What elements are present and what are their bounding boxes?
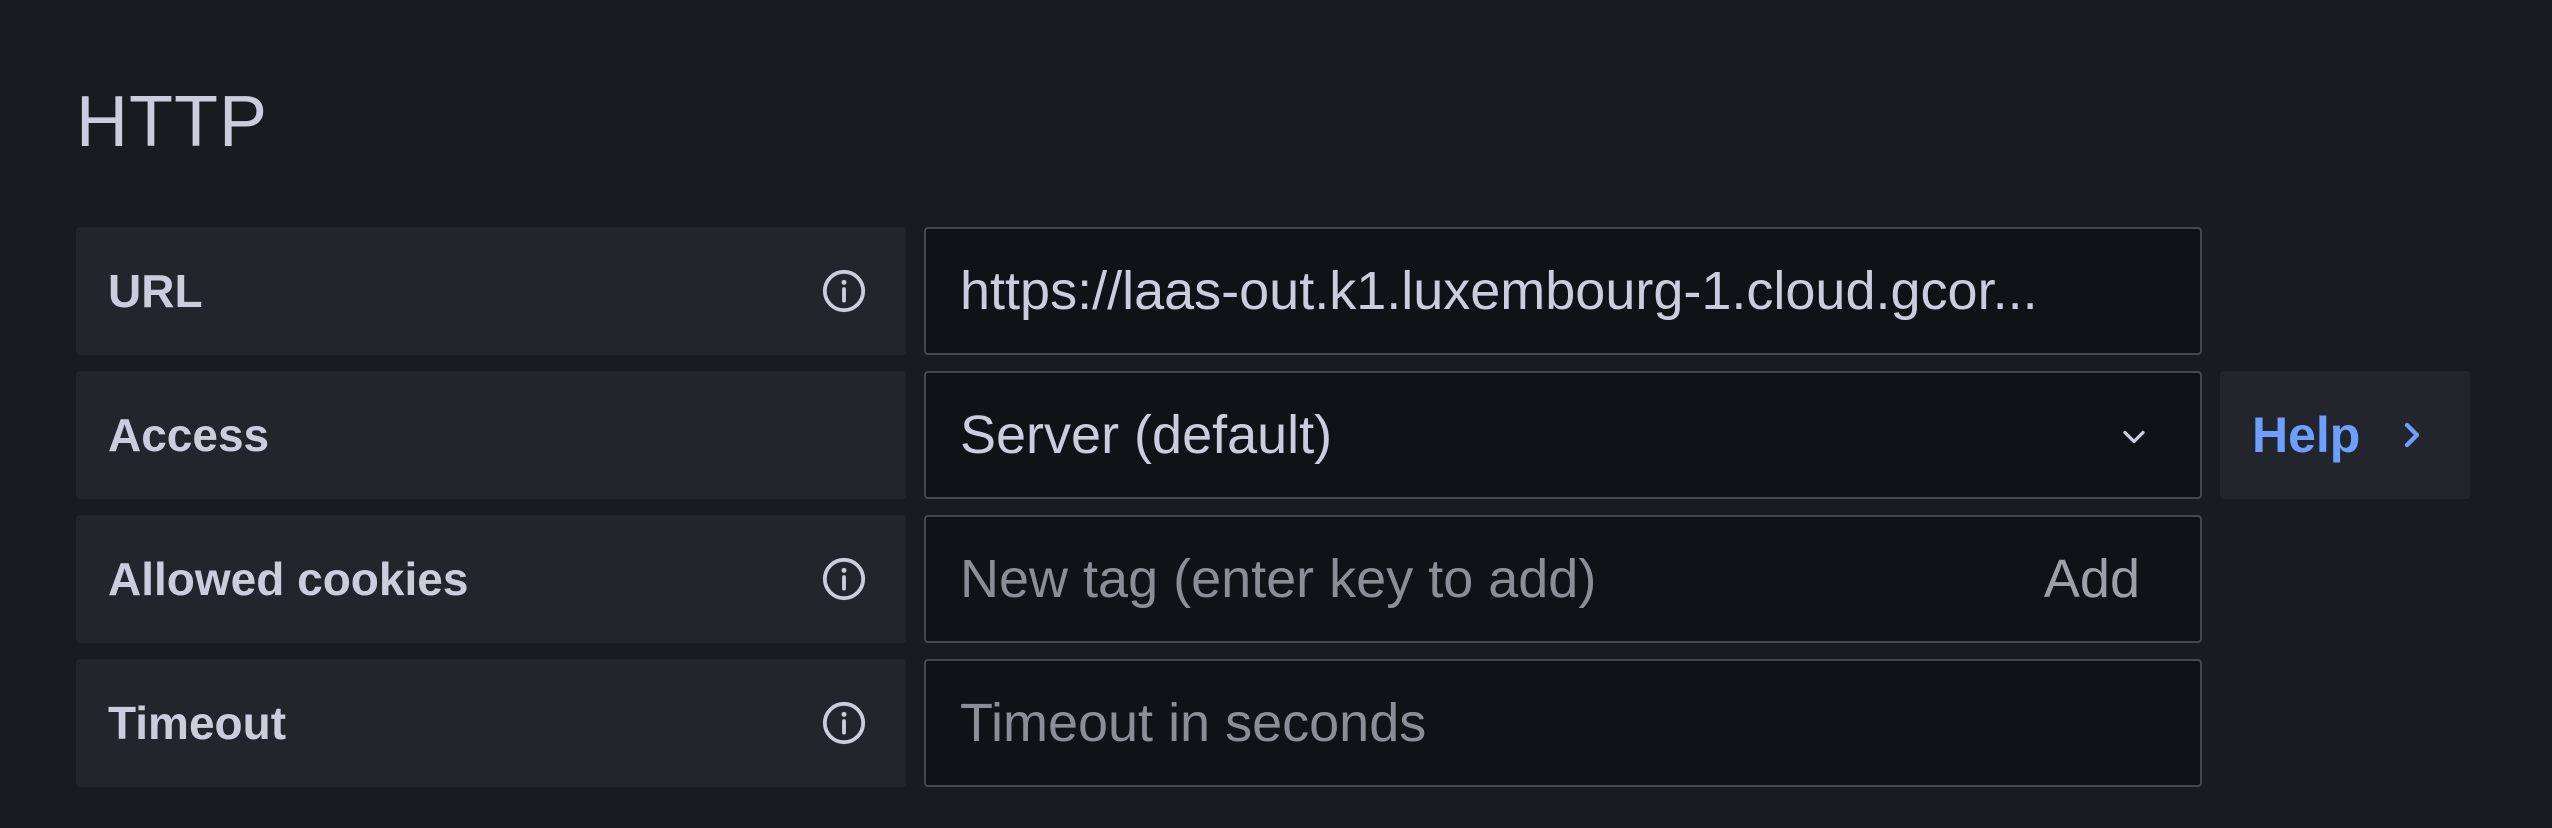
- section-title: HTTP: [76, 82, 268, 162]
- info-circle-icon[interactable]: [821, 556, 867, 602]
- access-label-box: Access: [76, 371, 906, 499]
- help-button[interactable]: Help: [2220, 371, 2470, 499]
- access-select-value: Server (default): [960, 405, 1333, 465]
- timeout-label: Timeout: [108, 697, 287, 749]
- timeout-placeholder: Timeout in seconds: [960, 693, 1427, 753]
- allowed-cookies-label: Allowed cookies: [108, 553, 469, 605]
- chevron-right-icon: [2404, 422, 2420, 448]
- allowed-cookies-tag-input[interactable]: New tag (enter key to add) Add: [924, 515, 2202, 643]
- info-circle-icon[interactable]: [821, 268, 867, 314]
- timeout-label-box: Timeout: [76, 659, 906, 787]
- chevron-down-icon: [2123, 430, 2145, 444]
- access-select[interactable]: Server (default): [924, 371, 2202, 499]
- url-input[interactable]: https://laas-out.k1.luxembourg-1.cloud.g…: [924, 227, 2202, 355]
- url-input-value: https://laas-out.k1.luxembourg-1.cloud.g…: [960, 261, 2038, 321]
- http-settings-section: HTTP URL https://laas-out.k1.luxembourg-…: [0, 0, 2552, 828]
- url-label-box: URL: [76, 227, 906, 355]
- info-circle-icon[interactable]: [821, 700, 867, 746]
- allowed-cookies-label-box: Allowed cookies: [76, 515, 906, 643]
- help-button-label: Help: [2252, 407, 2361, 463]
- access-label: Access: [108, 409, 270, 461]
- add-tag-button[interactable]: Add: [2044, 517, 2140, 641]
- timeout-input[interactable]: Timeout in seconds: [924, 659, 2202, 787]
- url-label: URL: [108, 265, 203, 317]
- allowed-cookies-placeholder: New tag (enter key to add): [960, 549, 1597, 609]
